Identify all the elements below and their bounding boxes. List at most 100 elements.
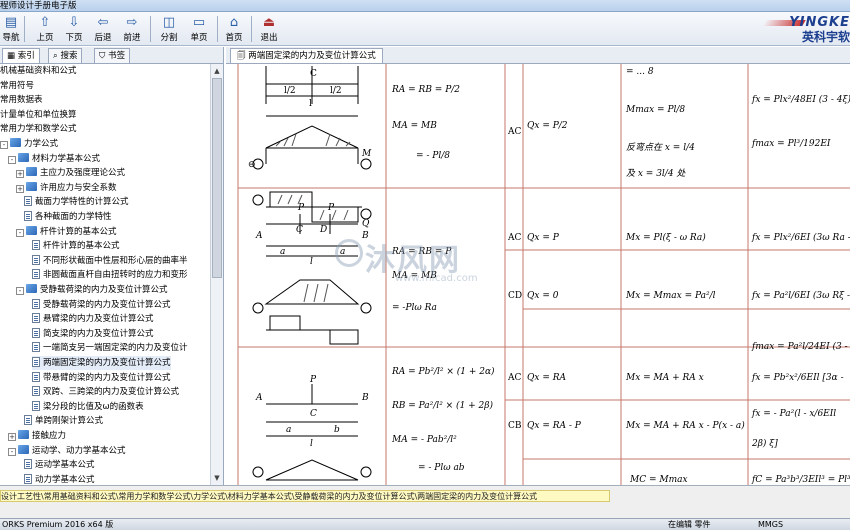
reaction-formula: RB = Pa²/l² × (1 + 2β) bbox=[391, 400, 493, 411]
diagram-label: b bbox=[334, 425, 340, 435]
tree-folder-item[interactable]: + 接触应力 bbox=[8, 429, 66, 443]
tab-index[interactable]: ▦ 索引 bbox=[2, 48, 40, 63]
moment-formula: Mx = Mmax = Pa²/l bbox=[625, 291, 716, 301]
moment-formula: Mx = MA + RA x bbox=[625, 373, 704, 383]
index-icon: ▦ bbox=[7, 51, 16, 61]
beam-diagram-1 bbox=[252, 66, 372, 223]
tree-leaf-item[interactable]: 一端简支另一端固定梁的内力及变位计 bbox=[32, 341, 188, 355]
collapse-icon[interactable]: - bbox=[16, 287, 24, 295]
forward-button[interactable]: ⇨ 前进 bbox=[119, 14, 145, 44]
prev-page-button[interactable]: ⇧ 上页 bbox=[32, 14, 58, 44]
tree-leaf-item[interactable]: 运动学基本公式 bbox=[24, 458, 95, 472]
tree-scrollbar[interactable]: ▲ ▼ bbox=[210, 64, 223, 485]
taskbar-status: 在编辑 零件 bbox=[668, 520, 711, 529]
tab-bookmark[interactable]: ⛉ 书签 bbox=[94, 48, 131, 63]
tree-folder-item[interactable]: 常用数据表 bbox=[0, 93, 43, 107]
collapse-icon[interactable]: - bbox=[8, 155, 16, 164]
nav-icon: ▤ bbox=[4, 15, 18, 30]
diagram-label: l bbox=[309, 99, 312, 109]
exit-icon: ⏏ bbox=[262, 15, 276, 30]
tree-folder-item[interactable]: - 材料力学基本公式 bbox=[8, 152, 100, 166]
minus-sign: ⊖ bbox=[248, 160, 256, 170]
scroll-down-arrow[interactable]: ▼ bbox=[212, 472, 222, 484]
tree-folder-item[interactable]: - 力学公式 bbox=[0, 137, 58, 151]
exit-button[interactable]: ⏏ 退出 bbox=[255, 14, 283, 44]
tree-leaf-item[interactable]: 受静载荷梁的内力及变位计算公式 bbox=[32, 298, 171, 312]
diagram-label: A bbox=[255, 231, 263, 241]
diagram-label: A bbox=[255, 393, 263, 403]
collapse-icon[interactable]: - bbox=[16, 228, 24, 237]
split-button[interactable]: ◫ 分割 bbox=[156, 14, 182, 44]
back-button[interactable]: ⇦ 后退 bbox=[90, 14, 116, 44]
tree-leaf-item[interactable]: 悬臂梁的内力及变位计算公式 bbox=[32, 312, 154, 326]
document-tab[interactable]: 🗐 两端固定梁的内力及变位计算公式 bbox=[230, 48, 383, 63]
document-icon: 🗐 bbox=[237, 51, 246, 61]
reaction-formula: = - Pl/8 bbox=[416, 151, 450, 161]
diagram-label: l bbox=[310, 439, 313, 449]
deflection-formula: fx = Pb²x²/6EIl [3α - bbox=[751, 373, 844, 383]
scroll-up-arrow[interactable]: ▲ bbox=[212, 65, 222, 77]
tree-item-label: 力学公式 bbox=[24, 139, 59, 149]
tree-item-label: 各种截面的力学特性 bbox=[35, 212, 112, 222]
next-page-button[interactable]: ⇩ 下页 bbox=[61, 14, 87, 44]
taskbar-app-label: ORKS Premium 2016 x64 版 bbox=[2, 520, 114, 529]
nav-button[interactable]: ▤ 导航 bbox=[0, 14, 22, 44]
formula-table: C l/2 l/2 l ⊖ M Q RA = RB = P/2 MA = MB … bbox=[237, 64, 850, 485]
tree-folder-item[interactable]: - 杆件计算的基本公式 bbox=[16, 225, 117, 239]
collapse-icon[interactable]: - bbox=[0, 141, 8, 149]
expand-icon[interactable]: + bbox=[16, 184, 24, 193]
tree-leaf-item[interactable]: 非圆截面直杆自由扭转时的应力和变形 bbox=[32, 268, 188, 282]
tree-leaf-item[interactable]: 双跨、三跨梁的内力及变位计算公式 bbox=[32, 385, 179, 399]
collapse-icon[interactable]: - bbox=[8, 447, 16, 456]
deflection-formula: fx = - Pa²(l - x/6EIl bbox=[751, 408, 836, 419]
tree-leaf-item[interactable]: 杆件计算的基本公式 bbox=[32, 239, 120, 253]
tree-folder-item[interactable]: 常用符号 bbox=[0, 79, 34, 93]
expand-icon[interactable]: + bbox=[16, 170, 24, 179]
toolbar-divider bbox=[217, 16, 218, 42]
tree-leaf-item[interactable]: 简支梁的内力及变位计算公式 bbox=[32, 327, 154, 341]
tree-folder-item[interactable]: 计量单位和单位换算 bbox=[0, 108, 77, 122]
deflection-formula: fC = Pa³b³/3EIl³ = Pl³/3EI bbox=[751, 475, 850, 485]
document-icon bbox=[32, 342, 40, 353]
beam-diagram-3 bbox=[252, 384, 372, 481]
tree-leaf-item[interactable]: 梁分段的比值及ω的函数表 bbox=[32, 400, 144, 414]
segment-label: AC bbox=[507, 373, 521, 383]
row1-deflections: fx = Plx²/48EI (3 - 4ξ) fmax = Pl³/192EI bbox=[751, 94, 850, 149]
reaction-formula: RA = Pb²/l² × (1 + 2α) bbox=[391, 366, 495, 377]
split-icon: ◫ bbox=[162, 15, 176, 30]
moment-formula: 及 x = 3l/4 处 bbox=[626, 168, 686, 179]
diagram-label: P bbox=[297, 203, 305, 213]
document-icon bbox=[32, 269, 40, 280]
shear-formula: Qx = P bbox=[527, 233, 560, 243]
tab-search[interactable]: ⌕ 搜索 bbox=[48, 48, 83, 63]
tree-leaf-item[interactable]: 带悬臂的梁的内力及变位计算公式 bbox=[32, 371, 171, 385]
reaction-formula: MA = MB bbox=[391, 271, 437, 281]
beam-diagram-2 bbox=[252, 214, 372, 345]
scroll-thumb[interactable] bbox=[212, 78, 222, 278]
tree-folder-item[interactable]: - 受静载荷梁的内力及变位计算公式 bbox=[16, 283, 168, 297]
tree-folder-item[interactable]: 常用力学和数学公式 bbox=[0, 122, 77, 136]
book-icon bbox=[18, 152, 29, 162]
diagram-label: l/2 bbox=[330, 86, 342, 96]
logo-text-cn: 英科宇软 bbox=[801, 30, 850, 44]
tree-leaf-item[interactable]: 不同形状截面中性层和形心层的曲率半 bbox=[32, 254, 188, 268]
tree-folder-item[interactable]: + 主应力及强度理论公式 bbox=[16, 166, 125, 180]
book-icon bbox=[26, 167, 37, 177]
expand-icon[interactable]: + bbox=[8, 433, 16, 441]
document-icon bbox=[32, 386, 40, 397]
tree-leaf-item[interactable]: 两端固定梁的内力及变位计算公式 bbox=[32, 356, 171, 370]
tree-leaf-item[interactable]: 动力学基本公式 bbox=[24, 473, 95, 485]
document-tabs: 🗐 两端固定梁的内力及变位计算公式 bbox=[226, 47, 850, 64]
tree-leaf-item[interactable]: 各种截面的力学特性 bbox=[24, 210, 112, 224]
tree-folder-item[interactable]: + 许用应力与安全系数 bbox=[16, 181, 117, 195]
tree-leaf-item[interactable]: 单跨刚架计算公式 bbox=[24, 414, 103, 428]
taskbar-units: MMGS bbox=[758, 520, 784, 529]
tree-folder-item[interactable]: - 运动学、动力学基本公式 bbox=[8, 444, 126, 458]
single-page-button[interactable]: ▭ 单页 bbox=[186, 14, 212, 44]
tree-folder-item[interactable]: 机械基础资料和公式 bbox=[0, 64, 77, 78]
home-button[interactable]: ⌂ 首页 bbox=[221, 14, 247, 44]
diagram-label: l/2 bbox=[284, 86, 296, 96]
document-icon bbox=[32, 400, 40, 411]
tree-leaf-item[interactable]: 截面力学特性的计算公式 bbox=[24, 195, 129, 209]
moment-formula: 反弯点在 x = l/4 bbox=[626, 142, 695, 153]
